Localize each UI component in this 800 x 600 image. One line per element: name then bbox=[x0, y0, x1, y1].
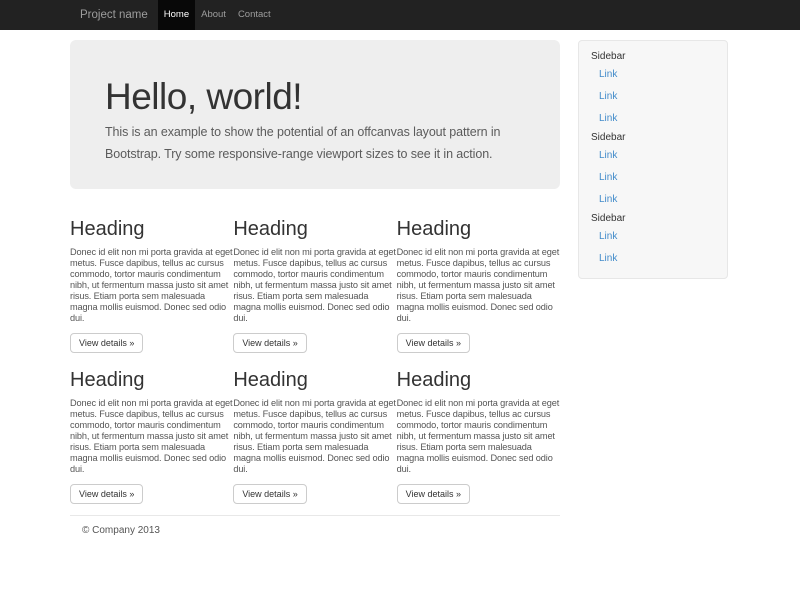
navbar-item[interactable]: About bbox=[195, 0, 232, 30]
card-row-1: Heading Donec id elit non mi porta gravi… bbox=[70, 218, 560, 353]
content-card: Heading Donec id elit non mi porta gravi… bbox=[397, 369, 560, 504]
sidebar-link[interactable]: Link bbox=[579, 86, 727, 108]
navbar-item-link[interactable]: Contact bbox=[232, 0, 277, 30]
navbar-brand[interactable]: Project name bbox=[70, 0, 158, 30]
sidebar-group: Sidebar LinkLinkLink bbox=[579, 130, 727, 211]
sidebar-group: Sidebar LinkLink bbox=[579, 211, 727, 270]
content-card: Heading Donec id elit non mi porta gravi… bbox=[70, 369, 233, 504]
card-heading: Heading bbox=[233, 369, 396, 391]
card-text: Donec id elit non mi porta gravida at eg… bbox=[70, 247, 233, 324]
navbar-item-link[interactable]: Home bbox=[158, 0, 195, 30]
sidebar-link[interactable]: Link bbox=[579, 108, 727, 130]
sidebar-link[interactable]: Link bbox=[579, 64, 727, 86]
card-text: Donec id elit non mi porta gravida at eg… bbox=[233, 247, 396, 324]
view-details-button[interactable]: View details » bbox=[397, 333, 470, 353]
content-card: Heading Donec id elit non mi porta gravi… bbox=[233, 218, 396, 353]
view-details-button[interactable]: View details » bbox=[233, 484, 306, 504]
sidebar: Sidebar LinkLinkLink Sidebar LinkLinkLin… bbox=[578, 40, 728, 279]
card-heading: Heading bbox=[70, 369, 233, 391]
content-card: Heading Donec id elit non mi porta gravi… bbox=[70, 218, 233, 353]
content-card: Heading Donec id elit non mi porta gravi… bbox=[233, 369, 396, 504]
sidebar-link[interactable]: Link bbox=[579, 189, 727, 211]
view-details-button[interactable]: View details » bbox=[397, 484, 470, 504]
page-footer: © Company 2013 bbox=[70, 525, 560, 536]
card-heading: Heading bbox=[397, 218, 560, 240]
sidebar-group-heading: Sidebar bbox=[579, 130, 727, 145]
sidebar-link[interactable]: Link bbox=[579, 248, 727, 270]
main-content: Hello, world! This is an example to show… bbox=[70, 30, 560, 536]
card-text: Donec id elit non mi porta gravida at eg… bbox=[397, 247, 560, 324]
jumbotron-description: This is an example to show the potential… bbox=[105, 121, 530, 165]
card-heading: Heading bbox=[70, 218, 233, 240]
sidebar-link[interactable]: Link bbox=[579, 226, 727, 248]
navbar-item-link[interactable]: About bbox=[195, 0, 232, 30]
copyright-text: © Company 2013 bbox=[82, 525, 560, 536]
page-container: Hello, world! This is an example to show… bbox=[70, 30, 730, 536]
sidebar-column: Sidebar LinkLinkLink Sidebar LinkLinkLin… bbox=[578, 30, 728, 536]
jumbotron: Hello, world! This is an example to show… bbox=[70, 40, 560, 189]
sidebar-group: Sidebar LinkLinkLink bbox=[579, 49, 727, 130]
view-details-button[interactable]: View details » bbox=[233, 333, 306, 353]
view-details-button[interactable]: View details » bbox=[70, 484, 143, 504]
card-text: Donec id elit non mi porta gravida at eg… bbox=[70, 398, 233, 475]
content-card: Heading Donec id elit non mi porta gravi… bbox=[397, 218, 560, 353]
navbar-container: Project name Home About Contact bbox=[70, 0, 730, 30]
footer-divider bbox=[70, 515, 560, 516]
navbar-item[interactable]: Home bbox=[158, 0, 195, 30]
navbar-menu: Home About Contact bbox=[158, 0, 277, 30]
card-heading: Heading bbox=[397, 369, 560, 391]
sidebar-group-heading: Sidebar bbox=[579, 49, 727, 64]
card-heading: Heading bbox=[233, 218, 396, 240]
sidebar-link[interactable]: Link bbox=[579, 145, 727, 167]
card-text: Donec id elit non mi porta gravida at eg… bbox=[397, 398, 560, 475]
card-text: Donec id elit non mi porta gravida at eg… bbox=[233, 398, 396, 475]
card-row-2: Heading Donec id elit non mi porta gravi… bbox=[70, 369, 560, 504]
page-title: Hello, world! bbox=[105, 78, 530, 115]
sidebar-group-heading: Sidebar bbox=[579, 211, 727, 226]
view-details-button[interactable]: View details » bbox=[70, 333, 143, 353]
top-navbar: Project name Home About Contact bbox=[0, 0, 800, 30]
sidebar-link[interactable]: Link bbox=[579, 167, 727, 189]
navbar-item[interactable]: Contact bbox=[232, 0, 277, 30]
